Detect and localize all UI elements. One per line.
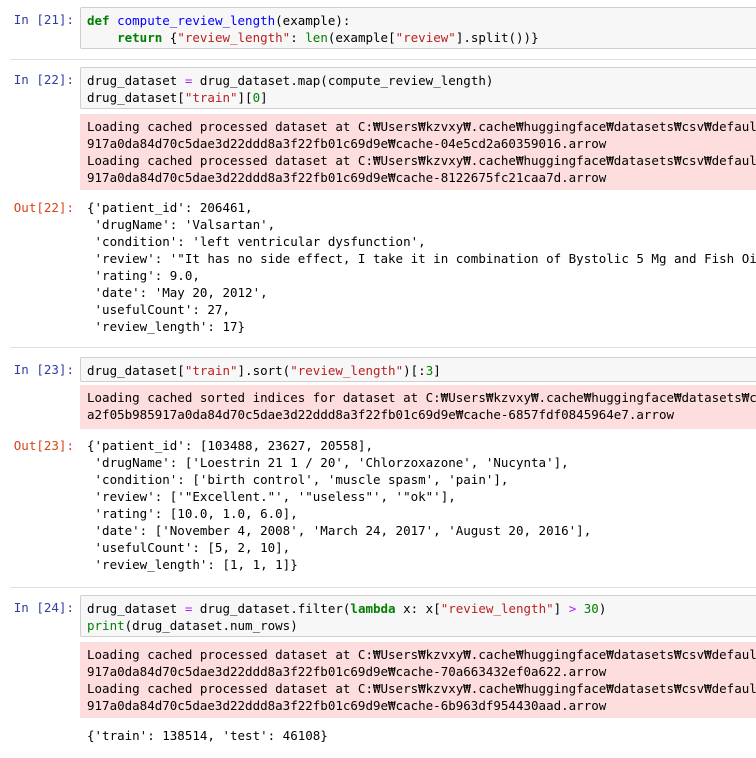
output-line: 'date': ['November 4, 2008', 'March 24, … xyxy=(87,523,592,538)
cell-divider xyxy=(10,587,756,588)
output-line: 'date': 'May 20, 2012', xyxy=(87,285,268,300)
code-editor-24[interactable]: drug_dataset = drug_dataset.filter(lambd… xyxy=(80,595,756,637)
stderr-line: 917a0da84d70c5dae3d22ddd8a3f22fb01c69d9e… xyxy=(87,170,607,185)
stderr-output-24: Loading cached processed dataset at C:₩U… xyxy=(80,642,756,718)
output-line: 'drugName': ['Loestrin 21 1 / 20', 'Chlo… xyxy=(87,455,569,470)
output-line: 'review_length': [1, 1, 1]} xyxy=(87,557,298,572)
stderr-line: Loading cached processed dataset at C:₩U… xyxy=(87,681,756,696)
cell-divider xyxy=(10,347,756,348)
output-line: {'train': 138514, 'test': 46108} xyxy=(87,728,328,743)
cell-divider xyxy=(10,59,756,60)
output-line: 'review': '"It has no side effect, I tak… xyxy=(87,251,756,266)
output-area-23: {'patient_id': [103488, 23627, 20558], '… xyxy=(87,437,756,573)
stderr-line: 917a0da84d70c5dae3d22ddd8a3f22fb01c69d9e… xyxy=(87,136,607,151)
stderr-line: 917a0da84d70c5dae3d22ddd8a3f22fb01c69d9e… xyxy=(87,698,607,713)
output-line: 'review': ['"Excellent."', '"useless"', … xyxy=(87,489,456,504)
output-line: {'patient_id': 206461, xyxy=(87,200,253,215)
stderr-output-22: Loading cached processed dataset at C:₩U… xyxy=(80,114,756,190)
input-prompt-22: In [22]: xyxy=(13,72,74,87)
code-editor-23[interactable]: drug_dataset["train"].sort("review_lengt… xyxy=(80,357,756,382)
stderr-output-23: Loading cached sorted indices for datase… xyxy=(80,385,756,429)
code-line: drug_dataset["train"].sort("review_lengt… xyxy=(87,363,441,378)
stderr-line: Loading cached processed dataset at C:₩U… xyxy=(87,153,756,168)
output-line: 'usefulCount': [5, 2, 10], xyxy=(87,540,291,555)
stderr-line: Loading cached processed dataset at C:₩U… xyxy=(87,647,756,662)
output-prompt-23: Out[23]: xyxy=(13,438,74,453)
code-line: drug_dataset = drug_dataset.filter(lambd… xyxy=(87,601,607,616)
stderr-line: Loading cached processed dataset at C:₩U… xyxy=(87,119,756,134)
output-line: 'rating': 9.0, xyxy=(87,268,200,283)
stderr-line: a2f05b985917a0da84d70c5dae3d22ddd8a3f22f… xyxy=(87,407,674,422)
code-line: print(drug_dataset.num_rows) xyxy=(87,618,298,633)
input-prompt-23: In [23]: xyxy=(13,362,74,377)
output-line: 'review_length': 17} xyxy=(87,319,246,334)
output-line: 'condition': 'left ventricular dysfuncti… xyxy=(87,234,426,249)
output-line: 'drugName': 'Valsartan', xyxy=(87,217,276,232)
code-editor-21[interactable]: def compute_review_length(example): retu… xyxy=(80,7,756,49)
code-line: return {"review_length": len(example["re… xyxy=(117,30,539,45)
output-line: 'condition': ['birth control', 'muscle s… xyxy=(87,472,509,487)
output-line: {'patient_id': [103488, 23627, 20558], xyxy=(87,438,373,453)
output-area-22: {'patient_id': 206461, 'drugName': 'Vals… xyxy=(87,199,756,335)
code-editor-22[interactable]: drug_dataset = drug_dataset.map(compute_… xyxy=(80,67,756,109)
output-line: 'rating': [10.0, 1.0, 6.0], xyxy=(87,506,298,521)
stderr-line: 917a0da84d70c5dae3d22ddd8a3f22fb01c69d9e… xyxy=(87,664,607,679)
code-line: drug_dataset = drug_dataset.map(compute_… xyxy=(87,73,494,88)
code-line: drug_dataset["train"][0] xyxy=(87,90,268,105)
stderr-line: Loading cached sorted indices for datase… xyxy=(87,390,756,405)
output-prompt-22: Out[22]: xyxy=(13,200,74,215)
output-line: 'usefulCount': 27, xyxy=(87,302,230,317)
input-prompt-21: In [21]: xyxy=(13,12,74,27)
output-area-24: {'train': 138514, 'test': 46108} xyxy=(87,727,756,744)
code-line: def compute_review_length(example): xyxy=(87,13,351,28)
input-prompt-24: In [24]: xyxy=(13,600,74,615)
